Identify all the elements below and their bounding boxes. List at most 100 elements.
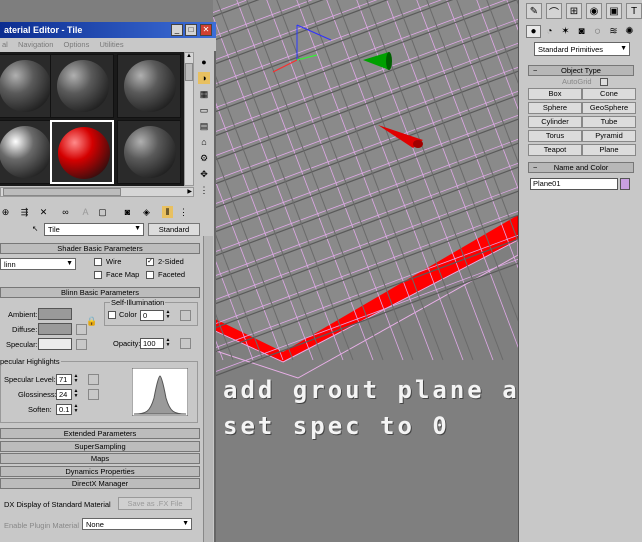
face-map-checkbox[interactable] [94,271,102,279]
soften-spinner[interactable]: ▲ ▼ [73,404,79,415]
opacity-spinner[interactable]: ▲ ▼ [165,338,171,349]
teapot-button[interactable]: Teapot [528,144,582,156]
glossiness-input[interactable]: 24 [56,389,72,400]
hierarchy-tab-icon[interactable]: ⊞ [566,3,582,19]
supersampling-rollout[interactable]: SuperSampling [0,440,200,452]
soften-input[interactable]: 0.1 [56,404,72,415]
geometry-icon[interactable]: ● [526,25,541,38]
specular-map-button[interactable] [76,339,87,350]
plane-button[interactable]: Plane [582,144,636,156]
maximize-button[interactable]: □ [185,24,197,36]
go-to-parent-icon[interactable]: ⫴ [162,206,173,218]
shader-type-dropdown[interactable]: linn ▼ [0,258,76,270]
make-preview-icon[interactable]: ⌂ [198,136,210,148]
plugin-material-dropdown[interactable]: None ▼ [82,518,192,530]
pick-material-icon[interactable]: ↖ [32,224,38,233]
material-slot-5[interactable] [50,120,114,184]
autogrid-checkbox[interactable] [600,78,608,86]
dynamics-properties-rollout[interactable]: Dynamics Properties [0,465,200,477]
perspective-viewport[interactable]: add grout plane and set spec to 0 [213,0,518,542]
viewport-scene[interactable] [213,0,518,542]
modify-tab-icon[interactable]: ⌒ [546,3,562,19]
options-icon[interactable]: ⚙ [198,152,210,164]
video-check-icon[interactable]: ▤ [198,120,210,132]
close-button[interactable]: ✕ [200,24,212,36]
faceted-checkbox[interactable] [146,271,154,279]
spec-level-spinner[interactable]: ▲ ▼ [73,374,79,385]
material-navigator-icon[interactable]: ⋮ [198,184,210,196]
cylinder-button[interactable]: Cylinder [528,116,582,128]
material-editor-titlebar[interactable]: aterial Editor - Tile [0,22,216,38]
geosphere-button[interactable]: GeoSphere [582,102,636,114]
two-sided-checkbox[interactable]: ✓ [146,258,154,266]
reset-icon[interactable]: ✕ [38,206,49,218]
helpers-icon[interactable]: ◌ [590,25,605,38]
torus-button[interactable]: Torus [528,130,582,142]
ambient-color-swatch[interactable] [38,308,72,320]
motion-tab-icon[interactable]: ◉ [586,3,602,19]
glossiness-spinner[interactable]: ▲ ▼ [73,389,79,400]
specular-color-swatch[interactable] [38,338,72,350]
tube-button[interactable]: Tube [582,116,636,128]
menu-utilities[interactable]: Utilities [99,40,123,49]
cameras-icon[interactable]: ◙ [574,25,589,38]
minimize-button[interactable]: _ [171,24,183,36]
slots-vertical-scrollbar[interactable]: ▲ [184,52,194,186]
menu-navigation[interactable]: Navigation [18,40,53,49]
wire-checkbox[interactable] [94,258,102,266]
create-tab-icon[interactable]: ✎ [526,3,542,19]
object-name-input[interactable]: Plane01 [530,178,618,190]
material-slot-2[interactable] [50,54,114,118]
display-tab-icon[interactable]: ▣ [606,3,622,19]
show-map-icon[interactable]: ◙ [122,206,133,218]
material-id-icon[interactable]: ▢ [97,206,108,218]
opacity-map-button[interactable] [180,338,191,349]
lights-icon[interactable]: ✶ [558,25,573,38]
params-scrollbar[interactable] [203,236,213,542]
assign-material-icon[interactable]: ⇶ [19,206,30,218]
object-type-rollout[interactable]: − Object Type [528,65,634,76]
shader-basic-rollout[interactable]: Shader Basic Parameters [0,243,200,254]
cone-button[interactable]: Cone [582,88,636,100]
self-illum-value-input[interactable]: 0 [140,310,164,321]
spec-level-map-button[interactable] [88,374,99,385]
material-slot-3[interactable] [117,54,181,118]
box-button[interactable]: Box [528,88,582,100]
get-material-icon[interactable]: ⊕ [0,206,11,218]
opacity-input[interactable]: 100 [140,338,164,349]
utilities-tab-icon[interactable]: T [626,3,642,19]
sample-type-icon[interactable]: ● [198,56,210,68]
go-forward-icon[interactable]: ⋮ [178,206,189,218]
material-slot-6[interactable] [117,120,181,184]
directx-manager-rollout[interactable]: DirectX Manager [0,478,200,489]
maps-rollout[interactable]: Maps [0,453,200,464]
show-end-icon[interactable]: ◈ [141,206,152,218]
extended-parameters-rollout[interactable]: Extended Parameters [0,428,200,439]
self-illum-color-checkbox[interactable] [108,311,116,319]
spec-level-input[interactable]: 71 [56,374,72,385]
self-illum-map-button[interactable] [180,310,191,321]
material-type-button[interactable]: Standard [148,223,200,236]
menu-options[interactable]: Options [63,40,89,49]
select-by-material-icon[interactable]: ✥ [198,168,210,180]
save-fx-button[interactable]: Save as .FX File [118,497,192,510]
object-color-swatch[interactable] [620,178,630,190]
material-slot-4[interactable] [0,120,56,184]
material-slot-1[interactable] [0,54,56,118]
menu-material[interactable]: al [2,40,8,49]
backlight-icon[interactable]: ◑ [198,72,210,84]
make-unique-icon[interactable]: ∞ [60,206,71,218]
hscroll-thumb[interactable] [3,188,121,196]
name-color-rollout[interactable]: − Name and Color [528,162,634,173]
systems-icon[interactable]: ✺ [622,25,637,38]
primitive-type-dropdown[interactable]: Standard Primitives ▼ [534,42,630,56]
background-icon[interactable]: ▦ [198,88,210,100]
sphere-button[interactable]: Sphere [528,102,582,114]
spacewarps-icon[interactable]: ≋ [606,25,621,38]
slots-horizontal-scrollbar[interactable]: ▶ [0,187,194,197]
diffuse-color-swatch[interactable] [38,323,72,335]
uv-tiling-icon[interactable]: ▭ [198,104,210,116]
material-name-dropdown[interactable]: Tile ▼ [44,223,144,236]
scroll-right-icon[interactable]: ▶ [187,188,192,195]
glossiness-map-button[interactable] [88,389,99,400]
